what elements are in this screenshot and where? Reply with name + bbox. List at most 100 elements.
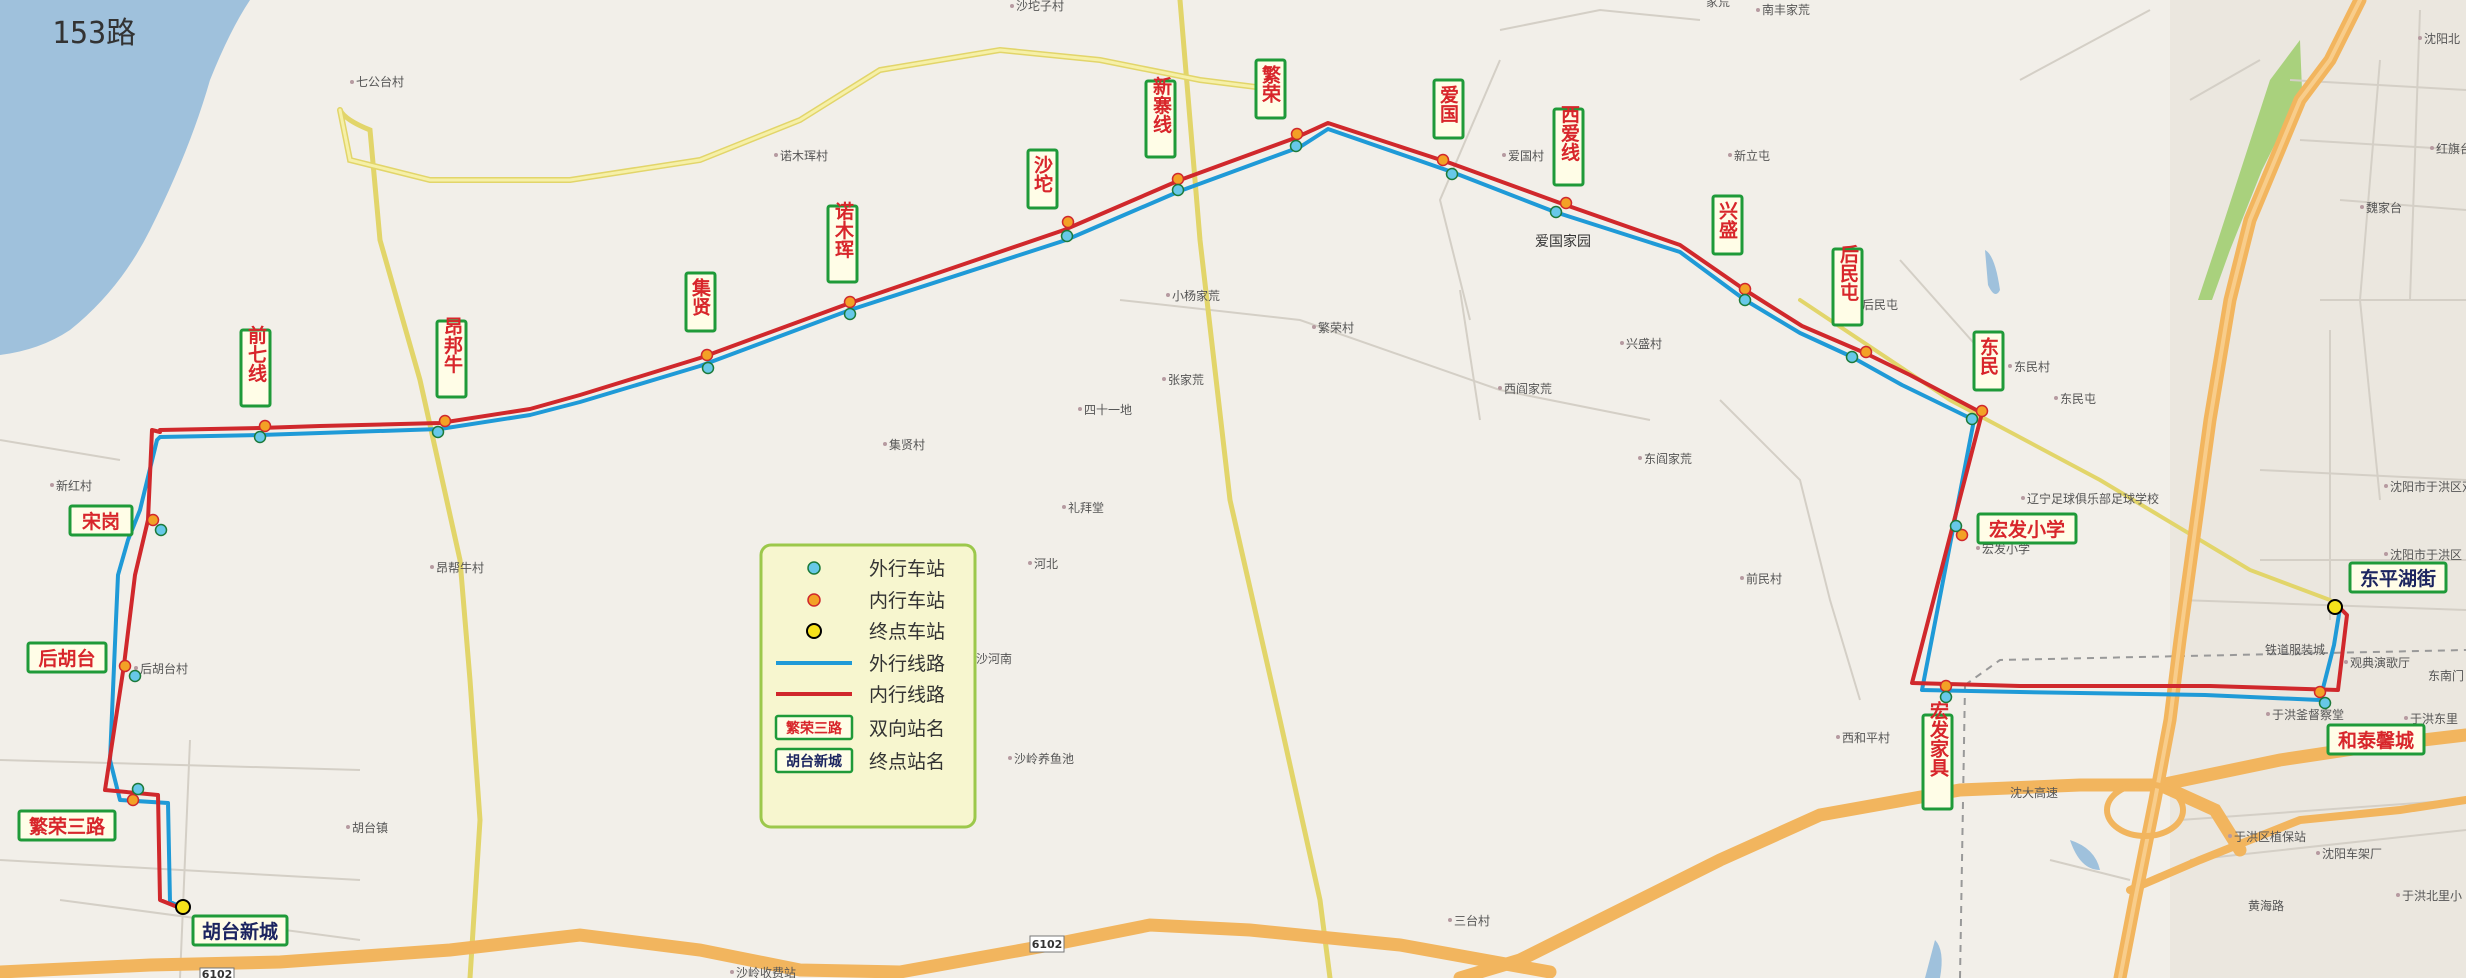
outbound-stop[interactable]: [1060, 229, 1074, 243]
place-marker: 小杨家荒: [1166, 288, 1220, 303]
stop-label-songgang[interactable]: 宋岗: [68, 504, 134, 537]
stop-label-angbangniu[interactable]: 昂邦牛: [435, 316, 468, 399]
svg-text:东民: 东民: [1977, 336, 1999, 376]
outbound-stop[interactable]: [1549, 205, 1563, 219]
place-marker: 铁道服装城: [2265, 643, 2325, 657]
outbound-stop[interactable]: [154, 523, 168, 537]
svg-text:东南门: 东南门: [2428, 668, 2464, 683]
svg-text:沙坨: 沙坨: [1031, 155, 1053, 193]
outbound-stop[interactable]: [1738, 293, 1752, 307]
svg-text:集贤村: 集贤村: [889, 437, 925, 452]
svg-text:沈阳市于洪区双龙花木园公场: 沈阳市于洪区双龙花木园公场: [2390, 479, 2466, 494]
place-marker: 沙岭收费站: [730, 966, 796, 978]
inbound-stop[interactable]: [1859, 345, 1873, 359]
inbound-stop[interactable]: [438, 414, 452, 428]
svg-text:繁荣村: 繁荣村: [1318, 320, 1354, 335]
svg-text:宏发小学: 宏发小学: [1989, 518, 2065, 541]
place-marker: 沈阳北: [2418, 31, 2460, 46]
inbound-stop[interactable]: [700, 348, 714, 362]
stop-label-fanrong-sanlu[interactable]: 繁荣三路: [17, 809, 117, 842]
terminal-stop-hutai[interactable]: [175, 899, 191, 915]
place-marker: 红旗台: [2430, 141, 2466, 156]
stop-label-hutai-xincheng[interactable]: 胡台新城: [191, 914, 289, 947]
outbound-stop[interactable]: [131, 782, 145, 796]
svg-text:南丰家荒: 南丰家荒: [1762, 2, 1810, 17]
inbound-stop[interactable]: [1975, 404, 1989, 418]
place-marker: 沈阳市于洪区: [2384, 547, 2462, 562]
place-marker: 七公台村: [350, 74, 404, 89]
inbound-stop[interactable]: [146, 513, 160, 527]
terminal-stop-dongpinghu[interactable]: [2327, 599, 2343, 615]
stop-label-dongpinghu-jie[interactable]: 东平湖街: [2348, 561, 2448, 594]
outbound-stop[interactable]: [128, 669, 142, 683]
outbound-stop[interactable]: [1445, 167, 1459, 181]
place-marker: 南丰家荒: [1756, 2, 1810, 17]
stop-label-xinzhaixian[interactable]: 新寨线: [1144, 75, 1177, 159]
stop-label-dongmin[interactable]: 东民: [1972, 330, 2005, 392]
outbound-stop[interactable]: [701, 361, 715, 375]
stop-label-houmintun[interactable]: 后民屯: [1831, 244, 1864, 327]
outbound-stop[interactable]: [1845, 350, 1859, 364]
inbound-stop[interactable]: [2313, 685, 2327, 699]
inbound-stop[interactable]: [1738, 282, 1752, 296]
svg-text:三台村: 三台村: [1454, 913, 1490, 928]
svg-text:沈阳市于洪区: 沈阳市于洪区: [2390, 547, 2462, 562]
outbound-stop[interactable]: [1949, 519, 1963, 533]
svg-text:张家荒: 张家荒: [1168, 372, 1204, 387]
outbound-stop[interactable]: [1289, 139, 1303, 153]
outbound-stop[interactable]: [1171, 183, 1185, 197]
svg-text:胡台新城: 胡台新城: [202, 920, 278, 943]
place-marker: 礼拜堂: [1062, 500, 1104, 515]
place-marker: 东民屯: [2054, 392, 2096, 406]
svg-text:沙坨子村: 沙坨子村: [1016, 0, 1064, 13]
outbound-stop[interactable]: [1965, 412, 1979, 426]
svg-text:观典演歌厅: 观典演歌厅: [2350, 655, 2410, 670]
svg-text:新红村: 新红村: [56, 478, 92, 493]
svg-text:宏发家具: 宏发家具: [1927, 700, 1950, 778]
outbound-stop[interactable]: [431, 425, 445, 439]
inbound-stop[interactable]: [1290, 127, 1304, 141]
stop-label-jixian[interactable]: 集贤: [684, 271, 717, 333]
place-marker: 沈大高速: [2010, 785, 2058, 800]
route-map: 6102 6102 七公台村 沙坨子村 南丰家荒 诺木珲村 爱国村 新立屯 爱国…: [0, 0, 2466, 978]
inbound-stop[interactable]: [1171, 172, 1185, 186]
svg-text:终点车站: 终点车站: [869, 621, 945, 643]
svg-text:七公台村: 七公台村: [356, 74, 404, 89]
svg-text:繁荣: 繁荣: [1259, 64, 1282, 104]
inbound-stop[interactable]: [1939, 679, 1953, 693]
svg-text:沙岭收费站: 沙岭收费站: [736, 966, 796, 978]
place-marker: 爱国村: [1502, 149, 1544, 163]
stop-label-qianqixian[interactable]: 前七线: [239, 324, 272, 408]
stop-label-fanrong[interactable]: 繁荣: [1254, 58, 1287, 120]
stop-label-xiaixian[interactable]: 西爱线: [1552, 105, 1585, 187]
stop-label-shatuo[interactable]: 沙坨: [1026, 148, 1059, 210]
place-marker: 于洪区植保站: [2228, 829, 2306, 844]
place-marker: 于洪釜督察堂: [2266, 707, 2344, 722]
stop-label-aiguo[interactable]: 爱国: [1432, 78, 1465, 140]
stop-label-hongfa-xiaoxue[interactable]: 宏发小学: [1976, 512, 2078, 545]
place-marker: 东南门: [2428, 668, 2464, 683]
inbound-stop[interactable]: [843, 295, 857, 309]
place-marker: 沙岭养鱼池: [1008, 751, 1074, 766]
svg-text:西阎家荒: 西阎家荒: [1504, 381, 1552, 396]
svg-text:宋岗: 宋岗: [81, 510, 120, 533]
inbound-stop[interactable]: [126, 793, 140, 807]
stop-label-houhutai[interactable]: 后胡台: [26, 641, 108, 674]
outbound-stop[interactable]: [843, 307, 857, 321]
svg-text:繁荣三路: 繁荣三路: [785, 720, 843, 737]
inbound-stop[interactable]: [118, 659, 132, 673]
stop-label-xingsheng[interactable]: 兴盛: [1711, 194, 1744, 256]
svg-text:前七线: 前七线: [245, 324, 267, 382]
svg-text:东阎家荒: 东阎家荒: [1644, 451, 1692, 466]
svg-text:铁道服装城: 铁道服装城: [2265, 643, 2325, 657]
outbound-stop[interactable]: [2318, 696, 2332, 710]
stop-label-hetai-xincheng[interactable]: 和泰馨城: [2326, 723, 2426, 756]
inbound-stop[interactable]: [1559, 196, 1573, 210]
inbound-stop[interactable]: [1061, 215, 1075, 229]
stop-label-hongfa-jiaju[interactable]: 宏发家具: [1921, 700, 1954, 811]
inbound-stop[interactable]: [258, 419, 272, 433]
stop-label-nuomuhun[interactable]: 诺木珲: [826, 201, 859, 284]
outbound-stop[interactable]: [253, 430, 267, 444]
inbound-stop[interactable]: [1436, 153, 1450, 167]
svg-text:黄海路: 黄海路: [2248, 898, 2284, 913]
